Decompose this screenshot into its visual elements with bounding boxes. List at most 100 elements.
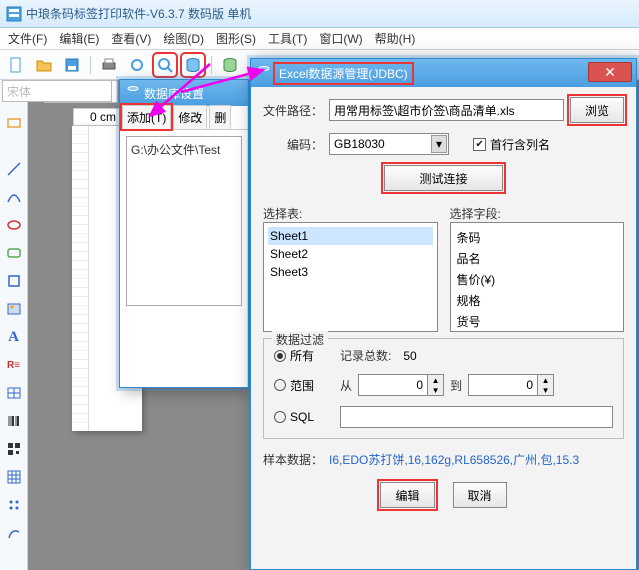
db-settings-icon xyxy=(126,85,140,102)
menu-window[interactable]: 窗口(W) xyxy=(319,30,362,47)
list-item[interactable]: Sheet2 xyxy=(268,245,433,263)
to-input[interactable] xyxy=(468,374,538,396)
menu-draw[interactable]: 绘图(D) xyxy=(163,30,204,47)
open-icon[interactable] xyxy=(34,55,54,75)
list-item[interactable]: 条码 xyxy=(455,227,620,248)
filepath-input[interactable] xyxy=(329,99,564,121)
sql-input[interactable] xyxy=(340,406,613,428)
count-value: 50 xyxy=(403,349,416,363)
excel-jdbc-dialog: Excel数据源管理(JDBC) ✕ 文件路径： 浏览 编码： GB18030 … xyxy=(250,58,637,570)
firstrow-label: 首行含列名 xyxy=(490,136,550,153)
menu-tool[interactable]: 工具(T) xyxy=(268,30,307,47)
list-item[interactable]: 规格 xyxy=(455,290,620,311)
polygon-tool-icon[interactable] xyxy=(5,272,23,290)
dialog-footer: 编辑 取消 xyxy=(263,482,624,508)
data-filter-fieldset: 数据过滤 所有 记录总数: 50 范围 从 ▲▼ 到 ▲▼ SQL xyxy=(263,338,624,439)
save-icon[interactable] xyxy=(62,55,82,75)
test-connection-button[interactable]: 测试连接 xyxy=(384,165,502,191)
chevron-down-icon[interactable]: ▾ xyxy=(431,135,447,153)
db-source-list[interactable]: G:\办公文件\Test xyxy=(126,136,242,306)
row-filepath: 文件路径： 浏览 xyxy=(263,97,624,123)
font-select[interactable]: 宋体 xyxy=(2,80,112,102)
menu-shape[interactable]: 图形(S) xyxy=(216,30,256,47)
label-from: 从 xyxy=(340,377,352,394)
radio-dot-icon xyxy=(274,411,286,423)
excel-jdbc-content: 文件路径： 浏览 编码： GB18030 ▾ ✔ 首行含列名 测试连接 选择表:… xyxy=(251,87,636,569)
grid-tool-icon[interactable] xyxy=(5,468,23,486)
qrcode-tool-icon[interactable] xyxy=(5,440,23,458)
list-item[interactable]: 售价(¥) xyxy=(455,269,620,290)
misc-tool-icon[interactable] xyxy=(5,524,23,542)
list-item[interactable]: Sheet1 xyxy=(268,227,433,245)
radio-sql[interactable]: SQL xyxy=(274,410,314,424)
menu-view[interactable]: 查看(V) xyxy=(111,30,151,47)
db-settings-title: 数据库设置 xyxy=(144,85,204,102)
rounded-rect-tool-icon[interactable] xyxy=(5,244,23,262)
list-item[interactable]: G:\办公文件\Test xyxy=(131,141,237,158)
to-spinner[interactable]: ▲▼ xyxy=(468,374,554,396)
barcode-tool-icon[interactable] xyxy=(5,412,23,430)
label-count: 记录总数: xyxy=(340,347,391,364)
db-settings-titlebar[interactable]: 数据库设置 xyxy=(120,80,248,106)
point-tool-icon[interactable] xyxy=(5,496,23,514)
firstrow-checkbox[interactable]: ✔ 首行含列名 xyxy=(473,136,550,153)
table-field-section: 选择表: Sheet1 Sheet2 Sheet3 选择字段: 条码 品名 售价… xyxy=(263,205,624,332)
tab-modify[interactable]: 修改 xyxy=(173,105,207,129)
field-listbox[interactable]: 条码 品名 售价(¥) 规格 货号 xyxy=(450,222,625,332)
curve-tool-icon[interactable] xyxy=(5,188,23,206)
preview-icon[interactable] xyxy=(155,55,175,75)
row-sample: 样本数据： I6,EDO苏打饼,16,162g,RL658526,广州,包,15… xyxy=(263,451,624,468)
row-filter-range: 范围 从 ▲▼ 到 ▲▼ xyxy=(274,374,613,396)
select-field-col: 选择字段: 条码 品名 售价(¥) 规格 货号 xyxy=(450,205,625,332)
app-icon xyxy=(6,6,22,22)
browse-button[interactable]: 浏览 xyxy=(570,97,624,123)
radio-range[interactable]: 范围 xyxy=(274,377,314,394)
spinner-buttons[interactable]: ▲▼ xyxy=(538,374,554,396)
toolbar-sep2 xyxy=(211,56,212,74)
menu-help[interactable]: 帮助(H) xyxy=(375,30,416,47)
richtext-tool-icon[interactable]: R≡ xyxy=(5,356,23,374)
sample-data: I6,EDO苏打饼,16,162g,RL658526,广州,包,15.3 xyxy=(329,451,579,468)
excel-jdbc-title-wrap: Excel数据源管理(JDBC) xyxy=(275,64,412,83)
close-button[interactable]: ✕ xyxy=(588,62,632,82)
db-settings-dialog: 数据库设置 添加(T) 修改 删 G:\办公文件\Test xyxy=(119,79,249,388)
database-icon[interactable] xyxy=(183,55,203,75)
list-item[interactable]: 货号 xyxy=(455,311,620,332)
print-icon[interactable] xyxy=(99,55,119,75)
ellipse-tool-icon[interactable] xyxy=(5,216,23,234)
menu-edit[interactable]: 编辑(E) xyxy=(59,30,99,47)
excel-jdbc-icon xyxy=(257,65,271,82)
settings-icon[interactable] xyxy=(127,55,147,75)
image-tool-icon[interactable] xyxy=(5,300,23,318)
db2-icon[interactable] xyxy=(220,55,240,75)
from-input[interactable] xyxy=(358,374,428,396)
encoding-value: GB18030 xyxy=(334,137,385,151)
db-settings-tabs: 添加(T) 修改 删 xyxy=(120,106,248,130)
excel-jdbc-title: Excel数据源管理(JDBC) xyxy=(279,67,408,81)
checkbox-icon: ✔ xyxy=(473,138,486,151)
table-tool-icon[interactable] xyxy=(5,384,23,402)
radio-all[interactable]: 所有 xyxy=(274,347,314,364)
label-select-table: 选择表: xyxy=(263,205,438,222)
radio-range-label: 范围 xyxy=(290,377,314,394)
label-sample: 样本数据： xyxy=(263,451,323,468)
excel-jdbc-titlebar[interactable]: Excel数据源管理(JDBC) ✕ xyxy=(251,59,636,87)
edit-button[interactable]: 编辑 xyxy=(380,482,434,508)
list-item[interactable]: Sheet3 xyxy=(268,263,433,281)
text-tool-icon[interactable]: A xyxy=(5,328,23,346)
from-spinner[interactable]: ▲▼ xyxy=(358,374,444,396)
menu-file[interactable]: 文件(F) xyxy=(8,30,47,47)
table-listbox[interactable]: Sheet1 Sheet2 Sheet3 xyxy=(263,222,438,332)
cancel-button[interactable]: 取消 xyxy=(453,482,507,508)
rect-tool-icon[interactable] xyxy=(5,114,23,132)
new-doc-icon[interactable] xyxy=(6,55,26,75)
encoding-select[interactable]: GB18030 ▾ xyxy=(329,133,449,155)
legend-filter: 数据过滤 xyxy=(272,331,328,348)
db-settings-body: G:\办公文件\Test xyxy=(120,130,248,366)
tab-delete[interactable]: 删 xyxy=(209,105,231,129)
spinner-buttons[interactable]: ▲▼ xyxy=(428,374,444,396)
row-encoding: 编码： GB18030 ▾ ✔ 首行含列名 xyxy=(263,133,624,155)
list-item[interactable]: 品名 xyxy=(455,248,620,269)
line-tool-icon[interactable] xyxy=(5,160,23,178)
tab-add[interactable]: 添加(T) xyxy=(122,105,171,129)
